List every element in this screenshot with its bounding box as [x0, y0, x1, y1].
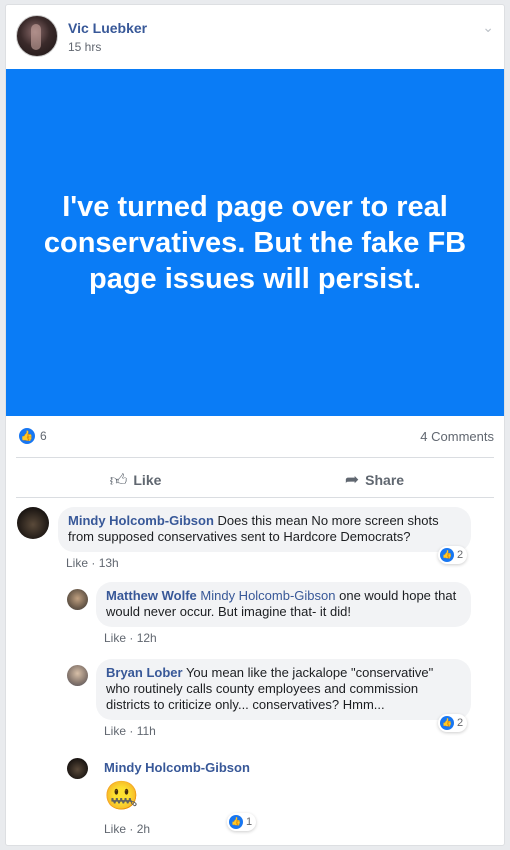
- post-text: I've turned page over to real conservati…: [43, 190, 467, 295]
- author-name[interactable]: Vic Luebker: [68, 20, 147, 36]
- commenter-name[interactable]: Mindy Holcomb-Gibson: [104, 760, 250, 775]
- comment-like-link[interactable]: Like: [104, 822, 126, 836]
- commenter-avatar[interactable]: [67, 665, 88, 686]
- comment-like-link[interactable]: Like: [66, 556, 88, 570]
- comment-mention[interactable]: Mindy Holcomb-Gibson: [200, 588, 335, 603]
- meta-separator: ·: [88, 556, 99, 570]
- post-card: Vic Luebker 15 hrs ⌄ I've turned page ov…: [5, 4, 505, 846]
- comment-meta: Like · 2h: [104, 822, 150, 836]
- thumbs-up-icon: 👍: [440, 548, 454, 562]
- comments-count[interactable]: 4 Comments: [420, 429, 494, 444]
- reaction-count[interactable]: 6: [40, 429, 47, 443]
- divider: [16, 457, 494, 458]
- post-header: Vic Luebker 15 hrs ⌄: [16, 15, 496, 59]
- post-actions: 👍︎ Like ➦ Share: [16, 460, 494, 500]
- post-timestamp[interactable]: 15 hrs: [68, 40, 101, 54]
- comment-reactions[interactable]: 👍 2: [438, 714, 468, 732]
- comment-time[interactable]: 12h: [137, 631, 157, 645]
- comment-time[interactable]: 13h: [99, 556, 119, 570]
- comment-meta: Like · 11h: [104, 724, 156, 738]
- commenter-avatar[interactable]: [67, 758, 88, 779]
- post-banner: I've turned page over to real conservati…: [6, 69, 504, 416]
- comment-bubble: Mindy Holcomb-Gibson Does this mean No m…: [58, 507, 471, 552]
- share-icon: ➦: [344, 470, 360, 489]
- comment-like-link[interactable]: Like: [104, 724, 126, 738]
- meta-separator: ·: [126, 724, 137, 738]
- zipper-mouth-emoji: 🤐: [104, 780, 139, 811]
- commenter-avatar[interactable]: [17, 507, 49, 539]
- comment-bubble: Bryan Lober You mean like the jackalope …: [96, 659, 471, 720]
- commenter-name[interactable]: Bryan Lober: [106, 665, 183, 680]
- like-icon: 👍︎: [109, 470, 128, 490]
- meta-separator: ·: [126, 631, 137, 645]
- chevron-down-icon[interactable]: ⌄: [482, 19, 494, 36]
- thumbs-up-icon: 👍: [229, 815, 243, 829]
- thumbs-up-icon: 👍: [440, 716, 454, 730]
- comment-reactions[interactable]: 👍 1: [227, 813, 257, 831]
- commenter-avatar[interactable]: [67, 589, 88, 610]
- share-button-label: Share: [365, 472, 405, 488]
- comment-reaction-count: 1: [246, 816, 253, 828]
- commenter-name[interactable]: Mindy Holcomb-Gibson: [68, 513, 214, 528]
- like-button-label: Like: [133, 472, 162, 488]
- comment-reaction-count: 2: [457, 549, 464, 561]
- thumbs-up-icon[interactable]: 👍: [18, 427, 36, 445]
- comment-like-link[interactable]: Like: [104, 631, 126, 645]
- comment-time[interactable]: 11h: [137, 724, 156, 738]
- comment-meta: Like · 13h: [66, 556, 119, 570]
- comment-reactions[interactable]: 👍 2: [438, 546, 468, 564]
- divider: [16, 497, 494, 498]
- share-button[interactable]: ➦ Share: [255, 460, 494, 500]
- reactions-summary: 👍 6 4 Comments: [16, 425, 494, 447]
- meta-separator: ·: [126, 822, 137, 836]
- comment-time[interactable]: 2h: [137, 822, 150, 836]
- commenter-name[interactable]: Matthew Wolfe: [106, 588, 197, 603]
- comment-reaction-count: 2: [457, 717, 464, 729]
- comment-bubble: Matthew Wolfe Mindy Holcomb-Gibson one w…: [96, 582, 471, 627]
- like-button[interactable]: 👍︎ Like: [16, 460, 255, 500]
- comment-meta: Like · 12h: [104, 631, 157, 645]
- author-avatar[interactable]: [16, 15, 58, 57]
